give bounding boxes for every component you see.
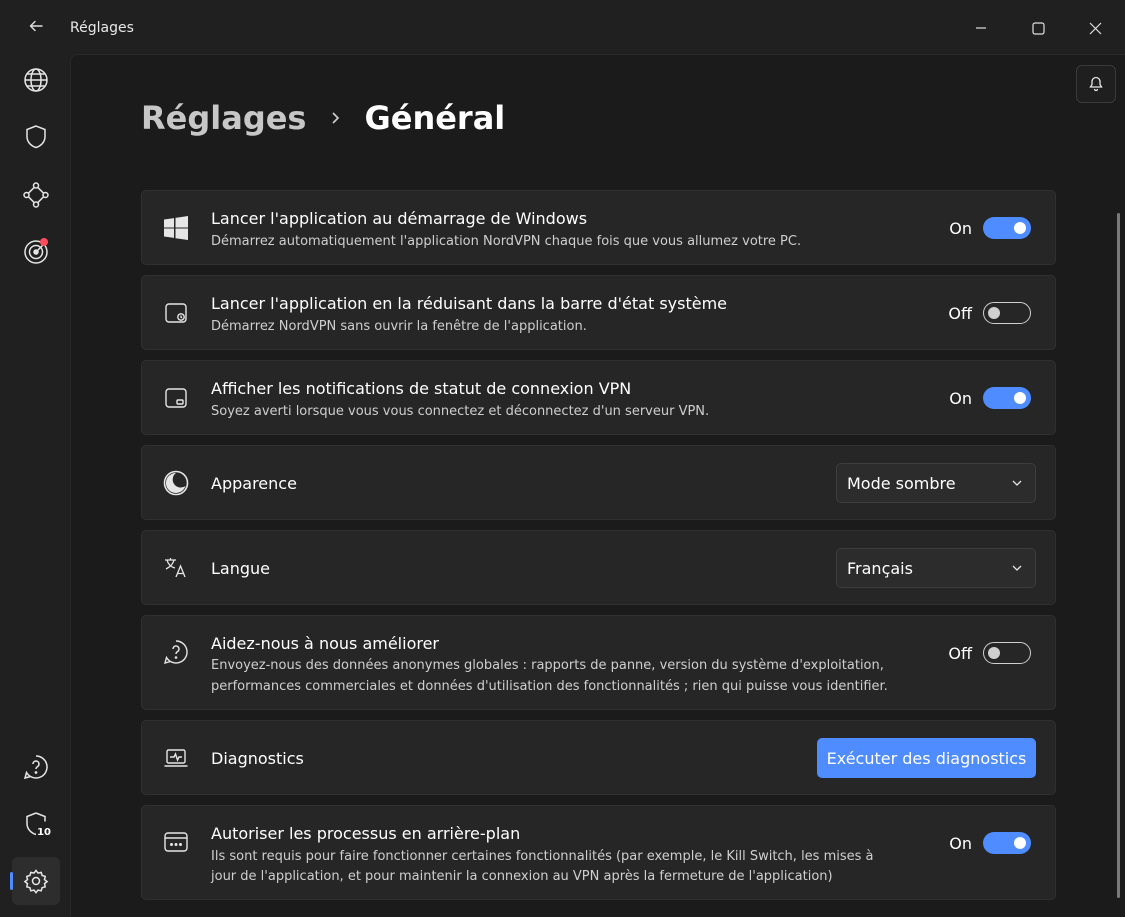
toggle-state-label: On bbox=[949, 833, 972, 853]
toggle-knob bbox=[1014, 392, 1026, 404]
maximize-button[interactable] bbox=[1015, 10, 1061, 46]
chevron-down-icon bbox=[1012, 565, 1022, 571]
toggle-knob bbox=[1014, 837, 1026, 849]
setting-title: Afficher les notifications de statut de … bbox=[211, 379, 632, 398]
scrollbar[interactable] bbox=[1117, 213, 1120, 898]
close-button[interactable] bbox=[1072, 10, 1118, 46]
setting-card-diagnostics: Diagnostics Exécuter des diagnostics bbox=[141, 720, 1056, 795]
select-value: Mode sombre bbox=[847, 473, 956, 493]
notification-window-icon bbox=[162, 384, 190, 412]
rail-help-button[interactable] bbox=[12, 743, 60, 791]
shield-icon bbox=[26, 125, 46, 149]
setting-title: Lancer l'application en la réduisant dan… bbox=[211, 294, 728, 313]
setting-card-language: Langue Français bbox=[141, 530, 1056, 605]
background-toggle-wrap: On bbox=[949, 832, 1031, 854]
language-select[interactable]: Français bbox=[836, 548, 1036, 588]
rail-meshnet-button[interactable] bbox=[12, 171, 60, 219]
setting-card-improve: Aidez-nous à nous améliorer Envoyez-nous… bbox=[141, 615, 1056, 710]
breadcrumb: Réglages Général bbox=[141, 99, 505, 137]
maximize-icon bbox=[1031, 21, 1045, 35]
setting-description-line-1: Ils sont requis pour faire fonctionner c… bbox=[211, 849, 874, 864]
setting-title: Apparence bbox=[211, 474, 297, 493]
tray-toggle[interactable] bbox=[983, 302, 1031, 324]
help-bubble-icon bbox=[162, 638, 190, 666]
notifications-button[interactable] bbox=[1076, 65, 1116, 103]
setting-description: Soyez averti lorsque vous vous connectez… bbox=[211, 404, 710, 419]
tray-window-icon bbox=[162, 299, 190, 327]
toggle-knob bbox=[988, 646, 1000, 659]
gear-icon bbox=[23, 869, 49, 894]
setting-card-background: Autoriser les processus en arrière-plan … bbox=[141, 805, 1056, 900]
rail-settings-button[interactable] bbox=[12, 857, 60, 905]
improve-toggle[interactable] bbox=[983, 642, 1031, 664]
setting-title: Langue bbox=[211, 559, 270, 578]
settings-content: Réglages Général Lancer l'application au… bbox=[70, 54, 1125, 917]
translate-icon bbox=[162, 554, 190, 582]
window-title: Réglages bbox=[70, 20, 134, 36]
setting-title: Autoriser les processus en arrière-plan bbox=[211, 824, 521, 843]
setting-card-tray: Lancer l'application en la réduisant dan… bbox=[141, 275, 1056, 350]
notification-dot bbox=[40, 238, 48, 246]
toggle-state-label: Off bbox=[948, 643, 972, 663]
notifications-toggle[interactable] bbox=[983, 387, 1031, 409]
minimize-icon bbox=[976, 27, 986, 29]
setting-card-startup: Lancer l'application au démarrage de Win… bbox=[141, 190, 1056, 265]
setting-description: Démarrez automatiquement l'application N… bbox=[211, 234, 802, 249]
rail-shield-level-button[interactable]: 10 bbox=[12, 800, 60, 848]
rail-threat-protection-button[interactable] bbox=[12, 228, 60, 276]
windows-icon bbox=[162, 214, 190, 242]
setting-card-notifications: Afficher les notifications de statut de … bbox=[141, 360, 1056, 435]
arrow-left-icon bbox=[29, 20, 43, 32]
setting-title: Diagnostics bbox=[211, 749, 304, 768]
tray-toggle-wrap: Off bbox=[948, 302, 1031, 324]
toggle-state-label: On bbox=[949, 388, 972, 408]
back-button[interactable] bbox=[18, 10, 54, 42]
rail-globe-button[interactable] bbox=[12, 56, 60, 104]
close-icon bbox=[1089, 22, 1101, 34]
chevron-right-icon bbox=[330, 111, 342, 125]
active-indicator bbox=[10, 872, 13, 890]
run-diagnostics-button[interactable]: Exécuter des diagnostics bbox=[817, 738, 1036, 778]
setting-title: Lancer l'application au démarrage de Win… bbox=[211, 209, 588, 228]
globe-icon bbox=[24, 68, 48, 92]
toggle-state-label: On bbox=[949, 218, 972, 238]
breadcrumb-root[interactable]: Réglages bbox=[141, 99, 306, 137]
title-bar: Réglages bbox=[0, 0, 1125, 54]
moon-icon bbox=[162, 469, 190, 497]
navigation-rail: 10 bbox=[0, 54, 70, 917]
bell-icon bbox=[1089, 76, 1103, 92]
toggle-state-label: Off bbox=[948, 303, 972, 323]
select-value: Français bbox=[847, 558, 913, 578]
setting-card-appearance: Apparence Mode sombre bbox=[141, 445, 1056, 520]
background-toggle[interactable] bbox=[983, 832, 1031, 854]
laptop-pulse-icon bbox=[162, 744, 190, 772]
rail-shield-button[interactable] bbox=[12, 113, 60, 161]
toggle-knob bbox=[988, 306, 1000, 319]
notifications-toggle-wrap: On bbox=[949, 387, 1031, 409]
setting-description-line-2: performances commerciales et données d'u… bbox=[211, 679, 888, 694]
setting-description: Démarrez NordVPN sans ouvrir la fenêtre … bbox=[211, 319, 587, 334]
setting-title: Aidez-nous à nous améliorer bbox=[211, 634, 439, 653]
toggle-knob bbox=[1014, 222, 1026, 234]
help-icon bbox=[23, 755, 48, 780]
setting-description-line-2: jour de l'application, et pour maintenir… bbox=[211, 869, 833, 884]
meshnet-icon bbox=[23, 182, 49, 208]
shield-badge-count: 10 bbox=[37, 827, 51, 838]
window-dots-icon bbox=[162, 828, 190, 856]
startup-toggle-wrap: On bbox=[949, 217, 1031, 239]
chevron-down-icon bbox=[1012, 480, 1022, 486]
appearance-select[interactable]: Mode sombre bbox=[836, 463, 1036, 503]
startup-toggle[interactable] bbox=[983, 217, 1031, 239]
improve-toggle-wrap: Off bbox=[948, 642, 1031, 664]
page-title: Général bbox=[364, 99, 506, 137]
setting-description-line-1: Envoyez-nous des données anonymes global… bbox=[211, 658, 884, 673]
minimize-button[interactable] bbox=[958, 10, 1004, 46]
